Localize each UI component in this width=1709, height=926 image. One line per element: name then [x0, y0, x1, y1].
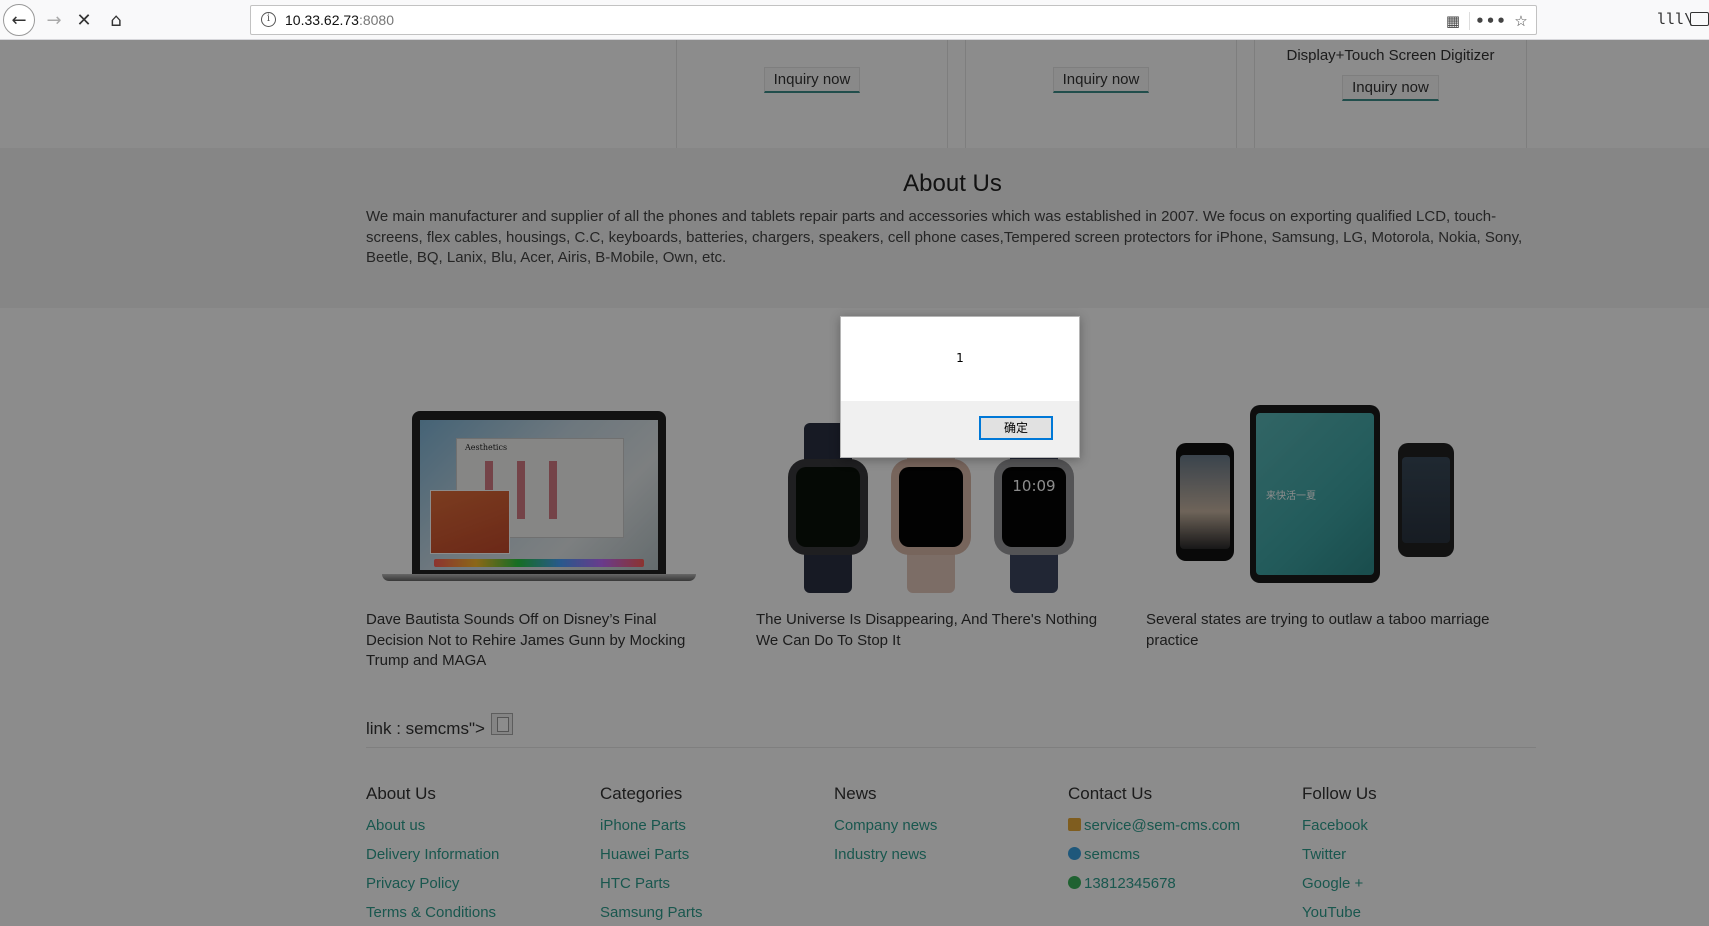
site-info-icon[interactable]: i [261, 12, 276, 27]
bookmark-star-icon[interactable]: ☆ [1509, 10, 1533, 32]
url-port: :8080 [358, 12, 395, 28]
toolbar-divider [1469, 12, 1470, 30]
library-icon[interactable]: lll\ [1657, 10, 1693, 28]
forward-arrow-icon[interactable]: → [38, 4, 70, 36]
back-arrow-icon[interactable]: ← [3, 4, 35, 36]
alert-footer: 确定 [841, 401, 1079, 457]
alert-message: 1 [956, 351, 964, 365]
url-text[interactable]: 10.33.62.73:8080 [285, 12, 394, 28]
modal-overlay [0, 40, 1709, 926]
address-bar[interactable]: i 10.33.62.73:8080 ▦ ••• ☆ [250, 5, 1537, 35]
url-host: 10.33.62.73 [285, 12, 359, 28]
more-actions-icon[interactable]: ••• [1475, 10, 1506, 32]
sidebar-icon[interactable] [1690, 12, 1709, 26]
stop-loading-icon[interactable]: ✕ [68, 4, 100, 36]
qr-code-icon[interactable]: ▦ [1441, 10, 1465, 32]
browser-toolbar: ← → ✕ ⌂ i 10.33.62.73:8080 ▦ ••• ☆ lll\ [0, 0, 1709, 40]
home-icon[interactable]: ⌂ [100, 4, 132, 36]
alert-dialog: 1 确定 [840, 316, 1080, 458]
ok-button[interactable]: 确定 [979, 416, 1053, 440]
